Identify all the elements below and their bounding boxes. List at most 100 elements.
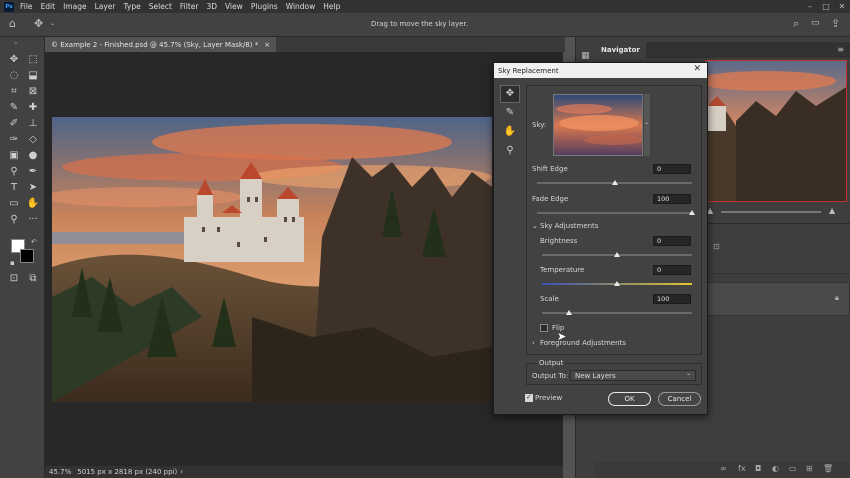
- navigator-zoom-slider[interactable]: [721, 211, 821, 213]
- sky-preset-picker[interactable]: [553, 94, 643, 156]
- lock-icon[interactable]: ⊡: [713, 242, 720, 251]
- foreground-adjustments-chevron-icon[interactable]: ›: [532, 339, 535, 347]
- marquee-tool-icon[interactable]: ⬚: [26, 53, 40, 67]
- home-icon[interactable]: ⌂: [9, 17, 16, 30]
- menu-window[interactable]: Window: [286, 2, 316, 11]
- move-tool-icon[interactable]: ✥: [7, 53, 21, 67]
- move-tool-preset-icon[interactable]: ✥: [34, 17, 43, 30]
- swap-colors-icon[interactable]: ↶: [31, 238, 37, 246]
- object-select-tool-icon[interactable]: ⬓: [26, 69, 40, 83]
- minimize-icon[interactable]: –: [802, 2, 818, 11]
- healing-brush-icon[interactable]: ✚: [26, 101, 40, 115]
- collapse-icon[interactable]: »: [14, 40, 18, 47]
- search-icon[interactable]: ⌕: [793, 17, 799, 31]
- menu-layer[interactable]: Layer: [95, 2, 116, 11]
- menu-type[interactable]: Type: [124, 2, 141, 11]
- menu-3d[interactable]: 3D: [206, 2, 217, 11]
- eraser-tool-icon[interactable]: ◇: [26, 133, 40, 147]
- navigator-thumbnail[interactable]: [705, 60, 847, 202]
- scale-slider[interactable]: [542, 312, 692, 314]
- menu-edit[interactable]: Edit: [41, 2, 56, 11]
- menu-filter[interactable]: Filter: [180, 2, 199, 11]
- menu-plugins[interactable]: Plugins: [251, 2, 278, 11]
- path-select-tool-icon[interactable]: ➤: [26, 181, 40, 195]
- crop-tool-icon[interactable]: ⌗: [7, 85, 21, 99]
- fx-icon[interactable]: fx: [738, 464, 746, 473]
- cancel-button[interactable]: Cancel: [658, 392, 701, 406]
- background-color-swatch[interactable]: [20, 249, 34, 263]
- close-icon[interactable]: ✕: [693, 64, 701, 74]
- shift-edge-slider-thumb[interactable]: [611, 180, 618, 185]
- lasso-tool-icon[interactable]: ◌: [7, 69, 21, 83]
- dodge-tool-icon[interactable]: ⚲: [7, 165, 21, 179]
- chevron-down-icon[interactable]: ⌄: [644, 119, 649, 126]
- layer-row[interactable]: 🔒︎: [707, 282, 850, 316]
- history-panel-icon[interactable]: ▦: [581, 51, 590, 61]
- chevron-down-icon[interactable]: ⌄: [50, 20, 55, 27]
- dialog-title-bar[interactable]: Sky Replacement ✕: [494, 63, 707, 78]
- temperature-slider-thumb[interactable]: [614, 281, 620, 286]
- fade-edge-slider[interactable]: [537, 212, 692, 214]
- close-window-icon[interactable]: ✕: [834, 2, 850, 11]
- zoom-tool-icon[interactable]: ⚲: [503, 144, 517, 158]
- adjustment-layer-icon[interactable]: ◐: [772, 464, 779, 473]
- output-to-label: Output To:: [532, 372, 569, 380]
- scale-slider-thumb[interactable]: [566, 310, 572, 315]
- menu-help[interactable]: Help: [323, 2, 340, 11]
- link-layers-icon[interactable]: ∞: [720, 464, 727, 473]
- fade-edge-slider-thumb[interactable]: [689, 210, 695, 215]
- default-colors-icon[interactable]: ▪: [10, 259, 15, 267]
- zoom-tool-icon[interactable]: ⚲: [7, 213, 21, 227]
- canvas-image[interactable]: [52, 117, 492, 402]
- zoom-in-icon[interactable]: ▲: [829, 206, 835, 215]
- frame-tool-icon[interactable]: ⊠: [26, 85, 40, 99]
- menu-view[interactable]: View: [225, 2, 243, 11]
- tab-close-icon[interactable]: ×: [264, 41, 270, 49]
- sky-move-tool-icon[interactable]: ✥: [503, 87, 517, 101]
- temperature-input[interactable]: 0: [653, 265, 691, 275]
- add-mask-icon[interactable]: ◘: [755, 464, 761, 473]
- sky-brush-tool-icon[interactable]: ✎: [503, 106, 517, 120]
- blur-tool-icon[interactable]: ●: [26, 149, 40, 163]
- ok-button[interactable]: OK: [608, 392, 651, 406]
- sky-adjustments-header[interactable]: Sky Adjustments: [540, 222, 598, 230]
- new-group-icon[interactable]: ▭: [789, 464, 797, 473]
- hand-tool-icon[interactable]: ✋: [26, 197, 40, 211]
- document-tab[interactable]: © Example 2 - Finished.psd @ 45.7% (Sky,…: [45, 37, 277, 52]
- tab-navigator[interactable]: Navigator: [595, 42, 646, 58]
- zoom-level[interactable]: 45.7%: [49, 468, 71, 476]
- pen-tool-icon[interactable]: ✒: [26, 165, 40, 179]
- eyedropper-tool-icon[interactable]: ✎: [7, 101, 21, 115]
- new-layer-icon[interactable]: ⊞: [806, 464, 813, 473]
- clone-stamp-icon[interactable]: ⊥: [26, 117, 40, 131]
- share-icon[interactable]: ⇪: [831, 17, 840, 30]
- screen-mode-icon[interactable]: ⧉: [26, 272, 40, 286]
- shape-tool-icon[interactable]: ▭: [7, 197, 21, 211]
- menu-select[interactable]: Select: [149, 2, 172, 11]
- menu-file[interactable]: File: [20, 2, 33, 11]
- brightness-slider-thumb[interactable]: [614, 252, 620, 257]
- fade-edge-input[interactable]: 100: [653, 194, 691, 204]
- flip-checkbox[interactable]: [540, 324, 548, 332]
- workspace-icon[interactable]: ▭: [811, 18, 820, 28]
- menu-image[interactable]: Image: [63, 2, 87, 11]
- type-tool-icon[interactable]: T: [7, 181, 21, 195]
- maximize-icon[interactable]: □: [818, 2, 834, 11]
- output-to-select[interactable]: New Layers ⌄: [570, 370, 696, 381]
- shift-edge-input[interactable]: 0: [653, 164, 691, 174]
- info-arrow-icon[interactable]: ›: [180, 468, 183, 476]
- brush-tool-icon[interactable]: ✐: [7, 117, 21, 131]
- history-brush-icon[interactable]: ✑: [7, 133, 21, 147]
- gradient-tool-icon[interactable]: ▣: [7, 149, 21, 163]
- sky-adjustments-chevron-icon[interactable]: ⌄: [532, 222, 538, 230]
- layer-options-row: [707, 260, 850, 274]
- trash-icon[interactable]: 🗑︎: [823, 464, 833, 473]
- scale-input[interactable]: 100: [653, 294, 691, 304]
- quick-mask-icon[interactable]: ⊡: [7, 272, 21, 286]
- brightness-input[interactable]: 0: [653, 236, 691, 246]
- preview-checkbox[interactable]: ✓: [525, 393, 533, 402]
- foreground-adjustments-header[interactable]: Foreground Adjustments: [540, 339, 626, 347]
- more-tools-icon[interactable]: ···: [26, 213, 40, 227]
- hand-tool-icon[interactable]: ✋: [503, 125, 517, 139]
- panel-menu-icon[interactable]: ≡: [837, 45, 844, 54]
